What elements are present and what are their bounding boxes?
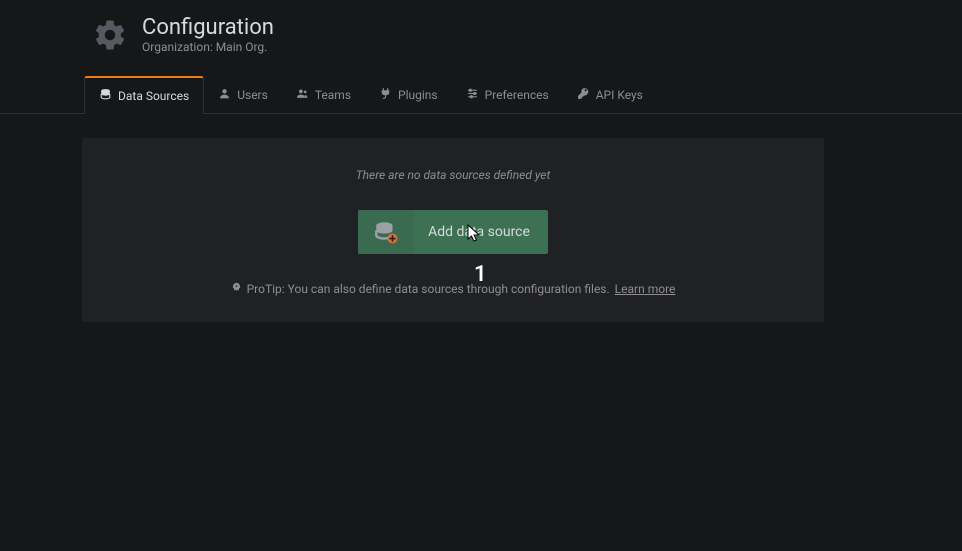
tab-plugins[interactable]: Plugins — [365, 76, 452, 113]
rocket-icon — [231, 282, 242, 296]
database-add-icon — [358, 210, 414, 254]
tab-data-sources[interactable]: Data Sources — [84, 76, 204, 114]
tab-label: Teams — [315, 88, 351, 102]
plug-icon — [379, 87, 392, 103]
tab-teams[interactable]: Teams — [282, 76, 365, 113]
tab-label: API Keys — [596, 88, 643, 102]
tab-label: Preferences — [485, 88, 549, 102]
tab-label: Users — [237, 88, 268, 102]
protip-text: ProTip: You can also define data sources… — [247, 282, 610, 296]
page-title: Configuration — [142, 15, 274, 40]
tabs-nav: Data Sources Users Teams Plugins Prefere — [0, 64, 962, 114]
tab-preferences[interactable]: Preferences — [452, 76, 563, 113]
users-icon — [296, 87, 309, 103]
user-icon — [218, 87, 231, 103]
tab-api-keys[interactable]: API Keys — [563, 76, 657, 113]
tab-label: Data Sources — [118, 89, 189, 103]
protip: ProTip: You can also define data sources… — [231, 282, 676, 296]
key-icon — [577, 87, 590, 103]
learn-more-link[interactable]: Learn more — [615, 282, 676, 296]
empty-state-message: There are no data sources defined yet — [356, 168, 551, 182]
page-subtitle: Organization: Main Org. — [142, 40, 274, 54]
add-data-source-label: Add data source — [414, 224, 548, 240]
add-data-source-button[interactable]: Add data source — [358, 210, 548, 254]
gear-icon — [92, 17, 128, 53]
tab-users[interactable]: Users — [204, 76, 282, 113]
sliders-icon — [466, 87, 479, 103]
database-icon — [99, 88, 112, 104]
data-sources-panel: There are no data sources defined yet Ad… — [82, 138, 824, 322]
tab-label: Plugins — [398, 88, 438, 102]
page-header: Configuration Organization: Main Org. — [0, 10, 962, 64]
